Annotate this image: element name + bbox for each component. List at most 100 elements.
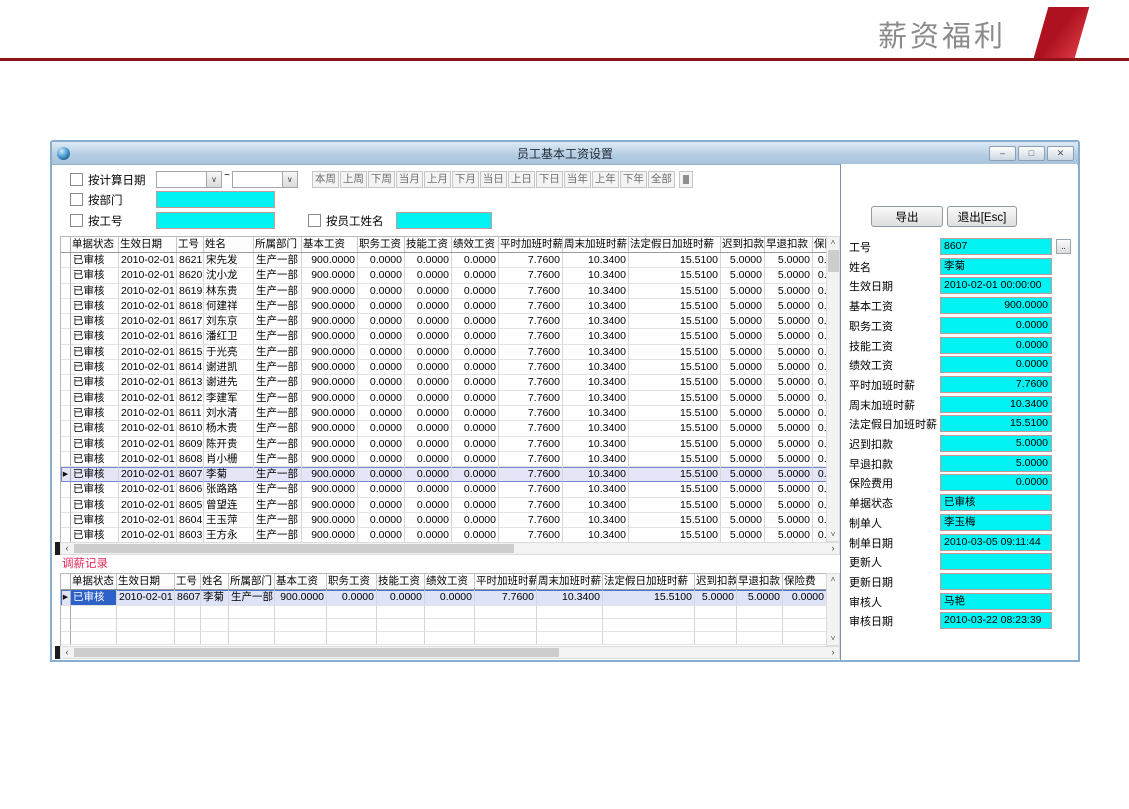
cell[interactable]: 7.7600 [499,299,563,314]
cell[interactable]: 5.0000 [765,437,813,452]
cell[interactable]: 沈小龙 [204,268,254,283]
cell[interactable]: 0.0000 [405,421,452,436]
cell[interactable]: 王玉萍 [204,513,254,528]
cell[interactable]: 5.0000 [765,329,813,344]
date-range-button[interactable]: 下周 [368,171,395,188]
cell[interactable]: 5.0000 [721,452,765,467]
cell[interactable]: 8608 [177,452,204,467]
date-range-button[interactable]: 当年 [564,171,591,188]
cell[interactable]: 生产一部 [254,253,302,268]
date-range-button[interactable]: 上年 [592,171,619,188]
column-header[interactable]: 工号 [177,237,204,252]
cell[interactable]: 0.0000 [405,375,452,390]
cell[interactable]: 生产一部 [254,421,302,436]
cell[interactable]: 8603 [177,528,204,543]
cell[interactable]: 生产一部 [254,268,302,283]
column-header[interactable]: 早退扣款 [765,237,813,252]
cell[interactable]: 10.3400 [563,284,629,299]
cell[interactable]: 已审核 [71,421,119,436]
salary-grid-hscrollbar[interactable]: ‹ › [60,542,840,555]
cell[interactable]: 0.0000 [452,452,499,467]
cell[interactable]: 0.0000 [813,528,827,543]
cell[interactable]: 0.0000 [405,513,452,528]
date-range-button[interactable]: 下年 [620,171,647,188]
cell[interactable]: 5.0000 [765,498,813,513]
field-value[interactable]: 2010-03-22 08:23:39 [940,612,1052,629]
cell[interactable]: 5.0000 [695,590,737,606]
cell[interactable]: 900.0000 [302,345,358,360]
cell[interactable]: 15.5100 [629,314,721,329]
adjust-grid-hscrollbar[interactable]: ‹ › [60,646,840,659]
cell[interactable]: 张路路 [204,482,254,497]
cell[interactable]: 900.0000 [302,299,358,314]
table-row[interactable]: 已审核2010-02-018616潘红卫生产一部900.00000.00000.… [61,329,827,344]
cell[interactable]: 2010-02-01 [119,375,177,390]
export-button[interactable]: 导出 [871,206,943,227]
cell[interactable]: 5.0000 [721,284,765,299]
column-header[interactable]: 单据状态 [71,237,119,252]
cell[interactable]: 2010-02-01 [119,253,177,268]
cell[interactable]: 0.0000 [405,314,452,329]
close-button[interactable]: ✕ [1047,146,1074,161]
cell[interactable]: 5.0000 [721,375,765,390]
cell[interactable]: 0.0000 [358,513,405,528]
cell[interactable]: 已审核 [71,482,119,497]
cell[interactable]: 8606 [177,482,204,497]
column-header[interactable]: 生效日期 [117,574,175,589]
field-value[interactable]: 李菊 [940,258,1052,275]
cell[interactable]: 10.3400 [563,329,629,344]
cell[interactable]: 5.0000 [721,421,765,436]
cell[interactable]: 生产一部 [254,513,302,528]
cell[interactable]: 已审核 [71,253,119,268]
cell[interactable]: 0.0000 [358,391,405,406]
cell[interactable]: 10.3400 [563,253,629,268]
cell[interactable]: 已审核 [71,406,119,421]
cell[interactable]: 900.0000 [302,437,358,452]
cell[interactable]: 2010-02-01 [119,284,177,299]
minimize-button[interactable]: – [989,146,1016,161]
column-header[interactable]: 保险费 [783,574,827,589]
cell[interactable]: 7.7600 [499,253,563,268]
cell[interactable]: 7.7600 [499,452,563,467]
cell[interactable]: 900.0000 [302,528,358,543]
cell[interactable]: 已审核 [71,375,119,390]
field-value[interactable]: 已审核 [940,494,1052,511]
cell[interactable]: 7.7600 [499,360,563,375]
table-row[interactable]: 已审核2010-02-018609陈开贵生产一部900.00000.00000.… [61,437,827,452]
cell[interactable]: 于光亮 [204,345,254,360]
cell[interactable]: 李建军 [204,391,254,406]
cell[interactable]: 生产一部 [254,498,302,513]
cell[interactable]: 15.5100 [629,528,721,543]
cell[interactable]: 10.3400 [563,498,629,513]
browse-button[interactable]: .. [1056,239,1071,254]
cell[interactable]: 15.5100 [629,391,721,406]
cell[interactable]: 5.0000 [765,253,813,268]
cell[interactable]: 15.5100 [629,467,721,482]
field-value[interactable]: 15.5100 [940,415,1052,432]
cell[interactable]: 2010-02-01 [119,437,177,452]
column-header[interactable]: 平时加班时薪 [475,574,537,589]
field-value[interactable]: 8607 [940,238,1052,255]
cell[interactable]: 李菊 [201,590,229,606]
cell[interactable]: 0.0000 [405,329,452,344]
cell[interactable]: 5.0000 [721,360,765,375]
scroll-down-icon[interactable]: ˅ [827,529,839,541]
cell[interactable]: 8612 [177,391,204,406]
cell[interactable]: 0.0000 [452,314,499,329]
cell[interactable]: 5.0000 [721,391,765,406]
field-value[interactable]: 0.0000 [940,317,1052,334]
cell[interactable]: 已审核 [71,299,119,314]
cell[interactable]: 900.0000 [302,284,358,299]
cell[interactable]: 10.3400 [563,421,629,436]
table-row[interactable]: 已审核2010-02-018617刘东京生产一部900.00000.00000.… [61,314,827,329]
cell[interactable]: 生产一部 [254,345,302,360]
table-row[interactable]: 已审核2010-02-018605曾望连生产一部900.00000.00000.… [61,498,827,513]
cell[interactable]: 0.0000 [452,360,499,375]
cell[interactable]: 生产一部 [254,329,302,344]
cell[interactable]: 宋先发 [204,253,254,268]
date-range-button[interactable]: 上日 [508,171,535,188]
table-row[interactable]: 已审核2010-02-018613谢进先生产一部900.00000.00000.… [61,375,827,390]
field-value[interactable]: 0.0000 [940,474,1052,491]
cell[interactable]: 15.5100 [629,421,721,436]
cell[interactable]: 8618 [177,299,204,314]
